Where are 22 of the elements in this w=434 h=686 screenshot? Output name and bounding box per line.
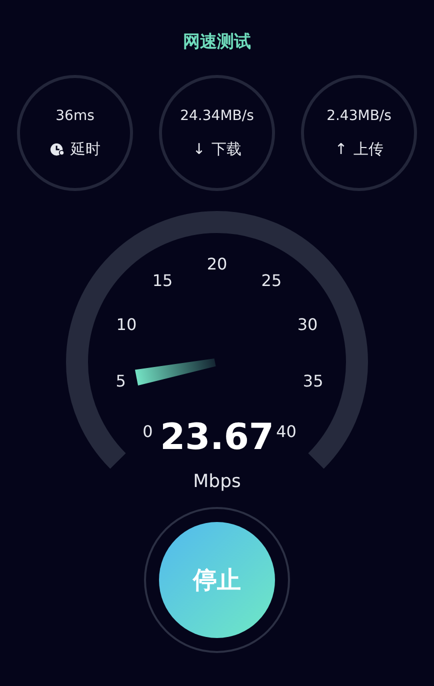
gauge-tick-label: 35 bbox=[302, 372, 324, 391]
gauge-tick-label: 40 bbox=[276, 422, 296, 441]
stat-label: 上传 bbox=[353, 140, 384, 158]
arrow-icon: ↓ bbox=[192, 140, 206, 158]
stat-value: 24.34MB/s bbox=[180, 108, 254, 124]
gauge-tick-label: 30 bbox=[297, 315, 318, 334]
stop-button[interactable]: 停止 bbox=[159, 522, 275, 638]
arrow-icon: ↑ bbox=[334, 140, 348, 158]
gauge-tick-label: 20 bbox=[206, 254, 228, 274]
timer-icon bbox=[50, 142, 64, 156]
gauge-tick-label: 25 bbox=[261, 271, 282, 290]
gauge-tick-label: 10 bbox=[116, 315, 137, 334]
speed-unit: Mbps bbox=[193, 471, 241, 492]
stat-value: 2.43MB/s bbox=[326, 108, 392, 124]
page-title: 网速测试 bbox=[183, 31, 251, 53]
stat-value: 36ms bbox=[56, 108, 94, 124]
gauge-tick-label: 15 bbox=[152, 271, 173, 290]
speed-reading: 23.67 bbox=[160, 417, 274, 458]
gauge-tick-label: 0 bbox=[142, 422, 153, 441]
stat-label: 下载 bbox=[211, 140, 242, 158]
gauge-tick-label: 5 bbox=[116, 372, 126, 391]
stat-label: 延时 bbox=[70, 140, 100, 158]
